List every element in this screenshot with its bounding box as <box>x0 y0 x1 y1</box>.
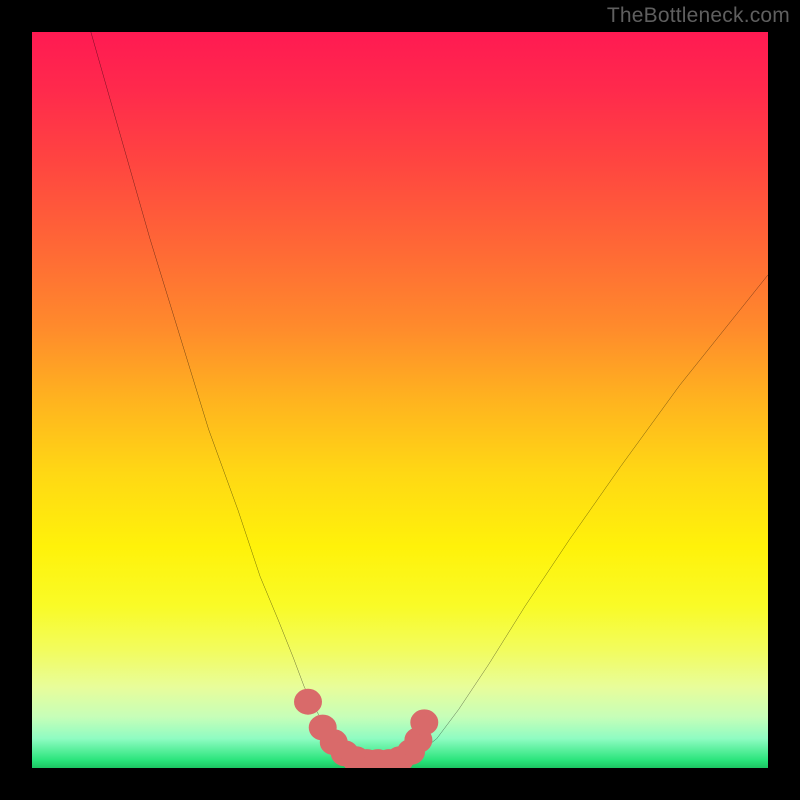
watermark-text: TheBottleneck.com <box>607 4 790 28</box>
highlight-dot <box>414 713 435 732</box>
chart-frame: TheBottleneck.com <box>0 0 800 800</box>
plot-area <box>32 32 768 768</box>
bottleneck-curve <box>91 32 768 764</box>
chart-svg <box>32 32 768 768</box>
highlight-dots-group <box>298 692 435 768</box>
highlight-dot <box>298 692 319 711</box>
